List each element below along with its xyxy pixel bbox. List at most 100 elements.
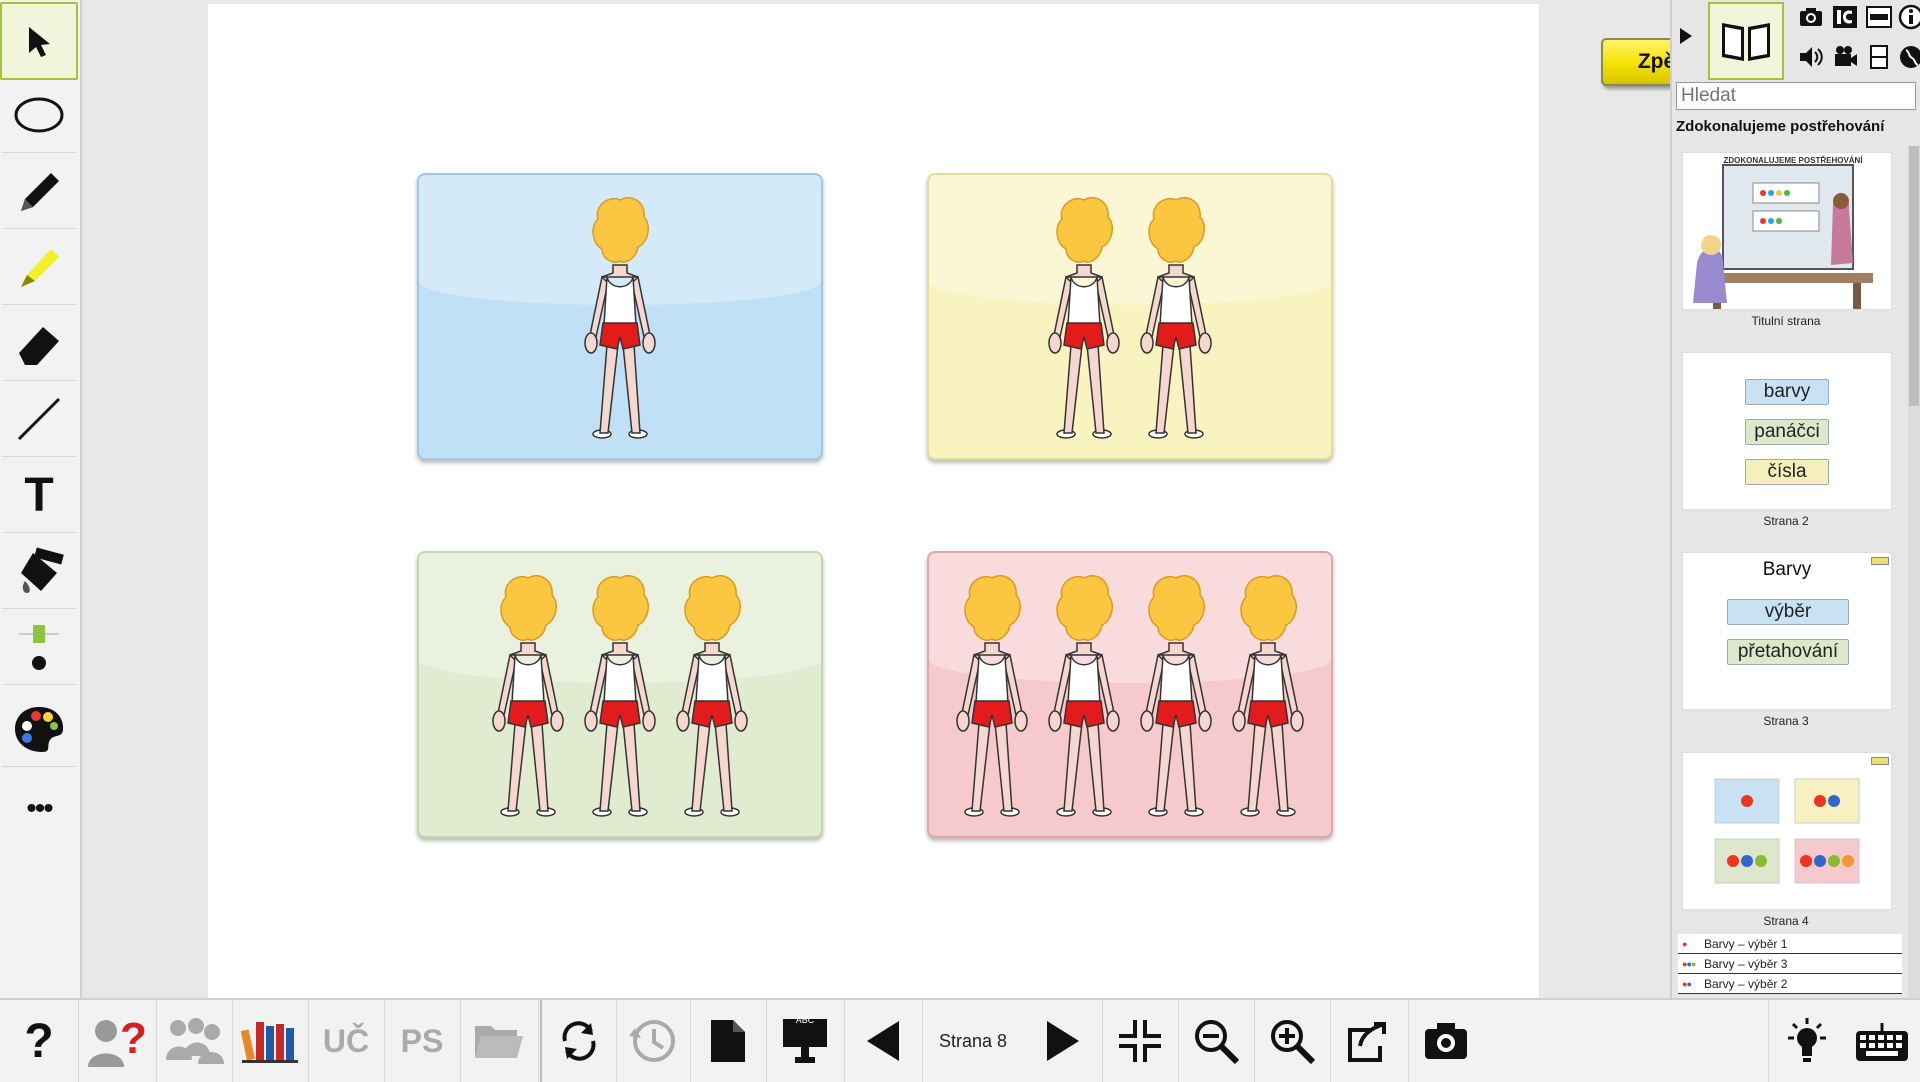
keyboard-icon bbox=[1856, 1023, 1908, 1061]
boy-figure bbox=[584, 574, 656, 817]
group-button[interactable] bbox=[156, 1000, 233, 1082]
boy-figure bbox=[956, 574, 1028, 817]
refresh-icon bbox=[562, 1021, 596, 1061]
help-button[interactable]: ? bbox=[0, 1000, 79, 1082]
search-input[interactable] bbox=[1676, 82, 1916, 110]
subpage-item[interactable]: ●● Barvy – výběr 2 bbox=[1678, 974, 1902, 994]
video-button[interactable] bbox=[1832, 44, 1858, 70]
keyboard-button[interactable] bbox=[1844, 1000, 1920, 1082]
pen-icon bbox=[21, 173, 59, 211]
boy-figure bbox=[1232, 574, 1304, 817]
line-icon bbox=[17, 397, 61, 441]
video-camera-icon bbox=[1835, 46, 1857, 66]
clock-icon bbox=[629, 1020, 675, 1062]
film-icon bbox=[1870, 45, 1888, 69]
help-icon: ? bbox=[24, 1014, 54, 1068]
subpage-item[interactable]: ●●● Barvy – výběr 3 bbox=[1678, 954, 1902, 974]
refresh-button[interactable] bbox=[540, 1000, 617, 1082]
teacher-mode-button[interactable]: UČ bbox=[308, 1000, 385, 1082]
blackboard-button[interactable]: ABC bbox=[766, 1000, 845, 1082]
highlighter-tool-button[interactable] bbox=[2, 230, 76, 305]
new-page-button[interactable] bbox=[690, 1000, 767, 1082]
thumb-heading: Barvy bbox=[1762, 559, 1812, 580]
film-button[interactable] bbox=[1866, 44, 1892, 70]
globe-icon bbox=[1900, 46, 1920, 68]
scrollbar[interactable] bbox=[1908, 146, 1920, 998]
photo-button[interactable] bbox=[1798, 4, 1824, 30]
zoom-in-button[interactable] bbox=[1254, 1000, 1331, 1082]
line-tool-button[interactable] bbox=[2, 382, 76, 457]
zoom-out-button[interactable] bbox=[1178, 1000, 1255, 1082]
text-icon: T bbox=[24, 468, 54, 522]
subpage-label: Barvy – výběr 2 bbox=[1704, 976, 1788, 991]
thumb-caption: Strana 2 bbox=[1763, 514, 1809, 528]
thumb-caption: Strana 3 bbox=[1763, 714, 1809, 728]
open-folder-button[interactable] bbox=[460, 1000, 539, 1082]
book-view-button[interactable] bbox=[1708, 2, 1784, 80]
library-button[interactable] bbox=[232, 1000, 309, 1082]
info-button[interactable] bbox=[1898, 4, 1920, 30]
next-page-button[interactable] bbox=[1024, 1000, 1103, 1082]
highlighter-icon bbox=[21, 249, 59, 287]
fill-bucket-icon bbox=[21, 547, 64, 593]
collapse-panel-button[interactable] bbox=[1678, 26, 1694, 46]
pen-tool-button[interactable] bbox=[2, 154, 76, 229]
note-marker bbox=[1871, 757, 1889, 765]
card-four-figures[interactable] bbox=[927, 551, 1333, 838]
left-toolbar: T ••• bbox=[0, 0, 82, 998]
boy-figure bbox=[584, 196, 656, 439]
group-icon bbox=[166, 1018, 224, 1064]
info-icon bbox=[1898, 4, 1920, 30]
mpv-button[interactable] bbox=[1866, 4, 1892, 30]
history-button[interactable] bbox=[614, 1000, 691, 1082]
eraser-tool-button[interactable] bbox=[2, 306, 76, 381]
fit-screen-button[interactable] bbox=[1102, 1000, 1179, 1082]
more-icon: ••• bbox=[26, 792, 53, 825]
ps-label: PS bbox=[400, 1022, 444, 1059]
light-bulb-icon bbox=[1788, 1018, 1826, 1062]
boy-figure bbox=[1140, 196, 1212, 439]
text-tool-button[interactable]: T bbox=[2, 458, 76, 533]
compress-icon bbox=[1119, 1020, 1161, 1062]
eraser-icon bbox=[19, 327, 59, 365]
book-icon bbox=[1722, 23, 1770, 61]
note-marker bbox=[1871, 557, 1889, 565]
book-title: Zdokonalujeme postřehování bbox=[1676, 118, 1885, 135]
user-question-icon: ? bbox=[88, 1014, 147, 1067]
folder-icon bbox=[475, 1026, 523, 1058]
whiteboard-canvas[interactable]: Zpět bbox=[208, 4, 1719, 998]
interactive-button[interactable] bbox=[1832, 4, 1858, 30]
speaker-icon bbox=[1800, 47, 1823, 67]
line-width-button[interactable] bbox=[2, 610, 76, 685]
user-help-button[interactable]: ? bbox=[80, 1000, 157, 1082]
page-indicator: Strana 8 bbox=[922, 1000, 1024, 1082]
boy-figure bbox=[1048, 196, 1120, 439]
audio-button[interactable] bbox=[1798, 44, 1824, 70]
line-width-icon bbox=[19, 625, 59, 670]
ellipse-tool-button[interactable] bbox=[2, 78, 76, 153]
palette-button[interactable] bbox=[2, 692, 76, 767]
card-two-figures[interactable] bbox=[927, 173, 1333, 460]
books-icon bbox=[240, 1022, 298, 1063]
prev-page-button[interactable] bbox=[844, 1000, 923, 1082]
share-button[interactable] bbox=[1330, 1000, 1409, 1082]
card-one-figure[interactable] bbox=[417, 173, 823, 460]
abc-label: ABC bbox=[795, 1015, 815, 1025]
screenshot-button[interactable] bbox=[1408, 1000, 1484, 1082]
svg-text:?: ? bbox=[120, 1014, 147, 1063]
page-number: Strana 8 bbox=[938, 1030, 1008, 1051]
web-button[interactable] bbox=[1898, 44, 1920, 70]
ellipse-icon bbox=[14, 97, 64, 133]
workbook-button[interactable]: PS bbox=[384, 1000, 461, 1082]
boy-figure bbox=[492, 574, 564, 817]
fill-tool-button[interactable] bbox=[2, 534, 76, 609]
palette-icon bbox=[15, 707, 64, 752]
boy-figure bbox=[676, 574, 748, 817]
cover-banner: ZDOKONALUJEME POSTŘEHOVÁNÍ bbox=[1723, 156, 1863, 165]
select-tool-button[interactable] bbox=[0, 2, 78, 80]
subpage-item[interactable]: ● Barvy – výběr 1 bbox=[1678, 934, 1902, 954]
spotlight-button[interactable] bbox=[1768, 1000, 1845, 1082]
more-tools-button[interactable]: ••• bbox=[2, 772, 76, 846]
subpage-label: Barvy – výběr 1 bbox=[1704, 936, 1788, 951]
card-three-figures[interactable] bbox=[417, 551, 823, 838]
